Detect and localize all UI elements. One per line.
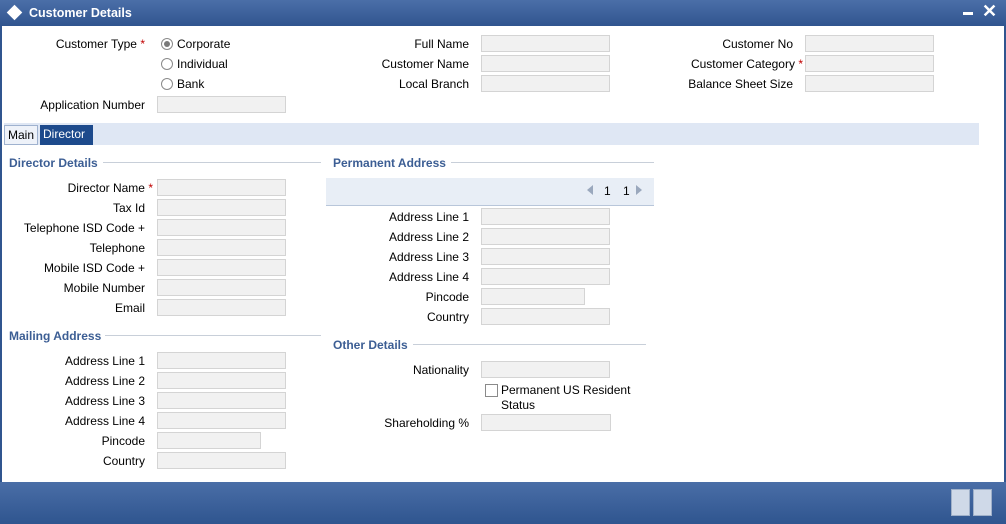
telephone-label: Telephone [89,241,145,255]
customer-type-label: Customer Type * [55,37,145,51]
permanent-country-input[interactable] [481,308,610,325]
radio-bank-label: Bank [177,77,205,91]
mobile-isd-label: Mobile ISD Code + [43,261,145,275]
permanent-address-line-2-label: Address Line 2 [388,230,469,244]
other-details-divider [413,344,646,345]
customer-name-input[interactable] [481,55,610,72]
mobile-number-label: Mobile Number [63,281,145,295]
mailing-address-line-4-label: Address Line 4 [64,414,145,428]
permanent-us-resident-label-line-2: Status [501,398,536,412]
permanent-address-line-3-input[interactable] [481,248,610,265]
customer-no-label: Customer No [722,37,793,51]
mailing-address-line-2-label: Address Line 2 [64,374,145,388]
permanent-us-resident-checkbox[interactable] [485,384,498,397]
director-details-title: Director Details [9,156,98,170]
mailing-address-line-3-label: Address Line 3 [64,394,145,408]
pager-total: 1 [623,184,630,198]
mailing-address-line-1-input[interactable] [157,352,286,369]
email-label: Email [114,301,145,315]
telephone-isd-input[interactable] [157,219,286,236]
full-name-label: Full Name [414,37,469,51]
shareholding-input[interactable] [481,414,611,431]
tax-id-input[interactable] [157,199,286,216]
mailing-pincode-label: Pincode [101,434,145,448]
permanent-pincode-input[interactable] [481,288,585,305]
permanent-address-line-1-input[interactable] [481,208,610,225]
permanent-address-pager: 1 1 [326,178,654,206]
local-branch-label: Local Branch [398,77,469,91]
permanent-us-resident-label: Permanent US Resident [501,383,631,397]
radio-corporate[interactable] [161,38,173,50]
other-details-title: Other Details [333,338,408,352]
local-branch-input[interactable] [481,75,610,92]
app-diamond-icon [6,4,23,21]
mailing-address-line-1-label: Address Line 1 [64,354,145,368]
mailing-address-line-3-input[interactable] [157,392,286,409]
footer-bar [0,482,1006,524]
permanent-address-line-2-input[interactable] [481,228,610,245]
application-number-input[interactable] [157,96,286,113]
close-icon[interactable]: ✕ [982,1,997,21]
radio-individual-label: Individual [177,57,228,71]
nationality-input[interactable] [481,361,610,378]
permanent-address-divider [451,162,654,163]
mailing-country-input[interactable] [157,452,286,469]
nationality-label: Nationality [412,363,469,377]
customer-no-input[interactable] [805,35,934,52]
permanent-pincode-label: Pincode [425,290,469,304]
tab-director[interactable]: Director [40,125,93,145]
permanent-address-line-3-label: Address Line 3 [388,250,469,264]
mailing-address-divider [105,335,321,336]
telephone-isd-label: Telephone ISD Code + [23,221,145,235]
minimize-icon[interactable] [963,12,973,15]
customer-category-label: Customer Category * [690,57,803,71]
window-title-bar: Customer Details ✕ [0,0,1006,26]
full-name-input[interactable] [481,35,610,52]
mailing-address-title: Mailing Address [9,329,102,343]
footer-exit-button[interactable] [973,489,992,516]
mailing-address-line-2-input[interactable] [157,372,286,389]
balance-sheet-size-label: Balance Sheet Size [688,77,793,91]
telephone-input[interactable] [157,239,286,256]
shareholding-label: Shareholding % [384,416,469,430]
tab-strip: Main Director [4,123,979,145]
mailing-address-line-4-input[interactable] [157,412,286,429]
mobile-isd-input[interactable] [157,259,286,276]
next-record-icon[interactable] [636,185,642,195]
application-number-label: Application Number [40,98,145,112]
director-name-input[interactable] [157,179,286,196]
pager-current: 1 [604,184,611,198]
balance-sheet-size-input[interactable] [805,75,934,92]
permanent-address-title: Permanent Address [333,156,446,170]
previous-record-icon[interactable] [587,185,593,195]
radio-corporate-label: Corporate [177,37,231,51]
radio-individual[interactable] [161,58,173,70]
mailing-country-label: Country [102,454,145,468]
director-name-label: Director Name * [67,181,153,195]
permanent-country-label: Country [426,310,469,324]
radio-bank[interactable] [161,78,173,90]
window-title: Customer Details [29,6,132,20]
permanent-address-line-4-label: Address Line 4 [388,270,469,284]
mailing-pincode-input[interactable] [157,432,261,449]
permanent-address-line-1-label: Address Line 1 [388,210,469,224]
customer-name-label: Customer Name [381,57,469,71]
mobile-number-input[interactable] [157,279,286,296]
permanent-address-line-4-input[interactable] [481,268,610,285]
email-input[interactable] [157,299,286,316]
tax-id-label: Tax Id [112,201,145,215]
footer-ok-button[interactable] [951,489,970,516]
tab-main[interactable]: Main [4,125,38,145]
customer-category-input[interactable] [805,55,934,72]
director-details-divider [103,162,321,163]
